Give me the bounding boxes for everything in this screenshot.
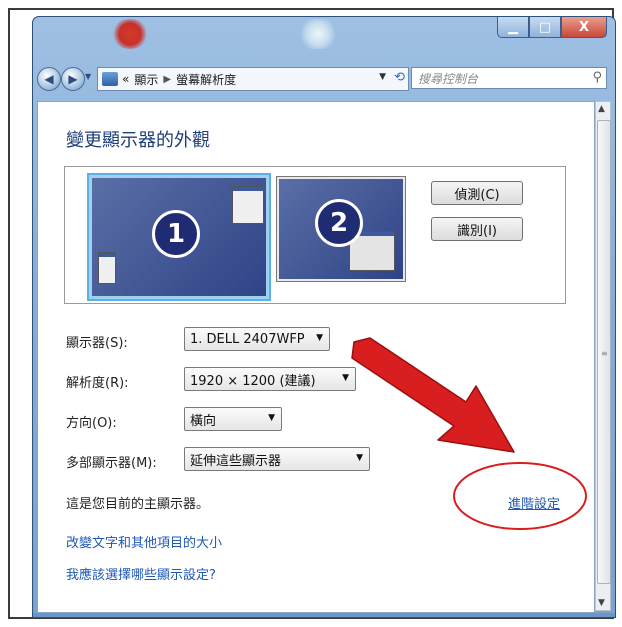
page-title: 變更顯示器的外觀 (66, 130, 210, 151)
monitor-number-1: 1 (152, 210, 200, 258)
scroll-thumb[interactable]: ≡ (597, 120, 611, 584)
resolution-select-value: 1920 × 1200 (建議) (190, 373, 316, 389)
title-bar[interactable]: ▁ □ X (33, 17, 615, 53)
close-button[interactable]: X (561, 17, 607, 38)
mini-window-graphic (232, 186, 264, 224)
scroll-down-icon[interactable]: ▼ (598, 598, 605, 608)
monitor-number-2: 2 (315, 199, 363, 247)
breadcrumb-display[interactable]: 顯示 (134, 71, 158, 88)
red-arrow-annotation (351, 337, 515, 453)
resolution-select[interactable]: 1920 × 1200 (建議) ▼ (184, 367, 356, 391)
monitor-1-preview[interactable]: 1 (89, 175, 269, 299)
display-select[interactable]: 1. DELL 2407WFP ▼ (184, 327, 330, 351)
orientation-select-value: 橫向 (190, 413, 217, 429)
search-placeholder: 搜尋控制台 (418, 71, 479, 86)
refresh-icon[interactable]: ⟲ (394, 70, 405, 85)
search-icon[interactable]: ⚲ (592, 70, 602, 85)
breadcrumb-separator-icon[interactable]: ▶ (163, 74, 171, 85)
resolution-label: 解析度(R): (66, 376, 129, 391)
main-content: 變更顯示器的外觀 1 2 偵測(C) 識別(I) 顯示器(S): 1. DELL… (37, 101, 595, 613)
mini-window-graphic (98, 252, 116, 284)
forward-arrow-icon[interactable]: ▶ (61, 67, 85, 91)
control-panel-icon (102, 72, 118, 86)
screenshot-frame: ▁ □ X ◀ ▶ ▼ « 顯示 ▶ 螢幕解析度 ▼ ⟲ 搜尋控制台 ⚲ 變更顯… (8, 8, 616, 619)
orientation-select[interactable]: 橫向 ▼ (184, 407, 282, 431)
window-controls: ▁ □ X (497, 17, 607, 39)
search-input[interactable]: 搜尋控制台 ⚲ (411, 67, 607, 89)
vertical-scrollbar[interactable]: ▲ ≡ ▼ (595, 101, 611, 611)
monitor-2-preview[interactable]: 2 (277, 177, 405, 281)
address-dropdown-icon[interactable]: ▼ (379, 72, 386, 82)
monitor-preview-panel: 1 2 偵測(C) 識別(I) (64, 166, 566, 304)
detect-button[interactable]: 偵測(C) (431, 181, 523, 205)
primary-display-status: 這是您目前的主顯示器。 (66, 497, 210, 512)
navigation-bar: ◀ ▶ ▼ « 顯示 ▶ 螢幕解析度 ▼ ⟲ 搜尋控制台 ⚲ (37, 67, 609, 93)
multiple-displays-select[interactable]: 延伸這些顯示器 ▼ (184, 447, 370, 471)
breadcrumb-screen-resolution[interactable]: 螢幕解析度 (176, 71, 236, 88)
back-arrow-icon[interactable]: ◀ (37, 67, 61, 91)
maximize-button[interactable]: □ (529, 17, 561, 38)
display-select-value: 1. DELL 2407WFP (190, 331, 305, 347)
control-panel-window: ▁ □ X ◀ ▶ ▼ « 顯示 ▶ 螢幕解析度 ▼ ⟲ 搜尋控制台 ⚲ 變更顯… (32, 16, 616, 618)
window-bottom-edge (33, 613, 615, 617)
orientation-label: 方向(O): (66, 416, 117, 431)
scroll-grip-icon: ≡ (601, 349, 608, 358)
chevron-down-icon: ▼ (316, 333, 323, 343)
minimize-button[interactable]: ▁ (497, 17, 529, 38)
which-settings-help-link[interactable]: 我應該選擇哪些顯示設定? (66, 564, 216, 583)
display-label: 顯示器(S): (66, 336, 128, 351)
address-overflow[interactable]: « (122, 72, 129, 86)
red-circle-annotation (453, 462, 587, 530)
scroll-up-icon[interactable]: ▲ (598, 104, 605, 114)
red-blur-decoration (111, 19, 149, 49)
multiple-displays-select-value: 延伸這些顯示器 (190, 453, 282, 469)
recent-pages-dropdown-icon[interactable]: ▼ (85, 72, 91, 81)
identify-button[interactable]: 識別(I) (431, 217, 523, 241)
address-bar[interactable]: « 顯示 ▶ 螢幕解析度 ▼ ⟲ (97, 67, 409, 91)
chevron-down-icon: ▼ (268, 413, 275, 423)
light-blur-decoration (298, 19, 338, 49)
multiple-displays-label: 多部顯示器(M): (66, 456, 157, 471)
change-text-size-link[interactable]: 改變文字和其他項目的大小 (66, 532, 222, 551)
